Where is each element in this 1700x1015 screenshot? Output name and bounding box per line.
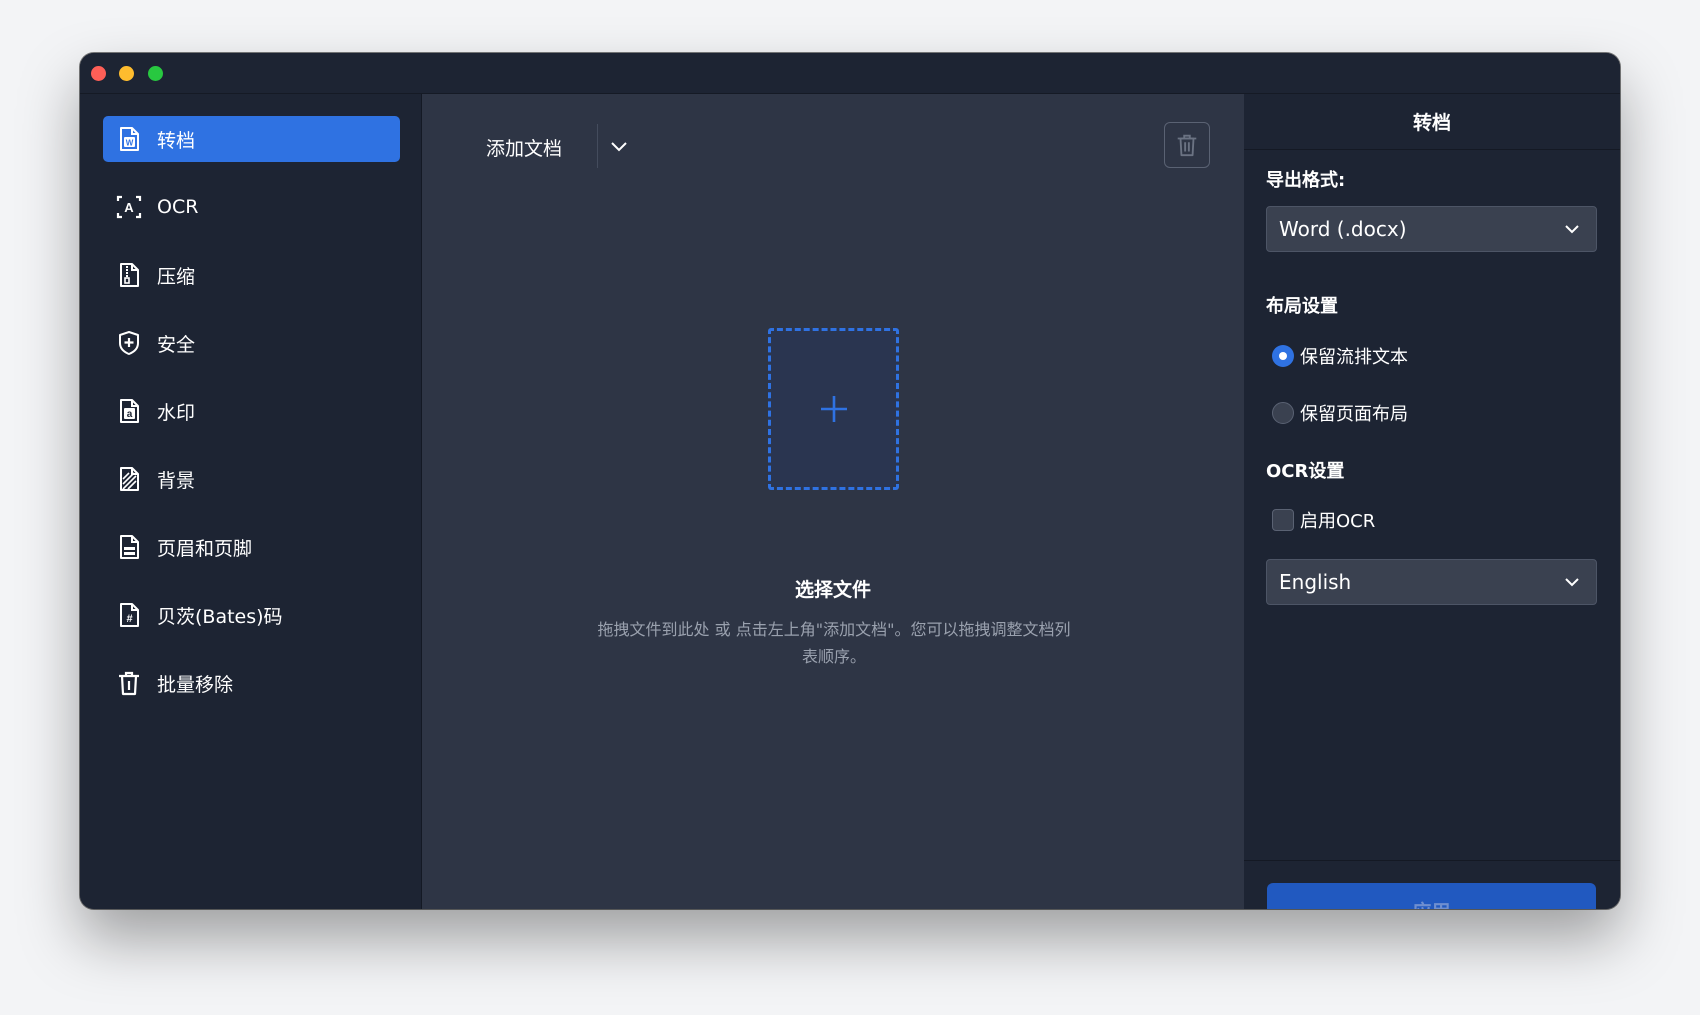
sidebar-item-bates[interactable]: # 贝茨(Bates)码 [103,592,400,638]
add-document-dropdown[interactable] [607,134,631,158]
apply-button[interactable]: 应用 [1267,883,1596,909]
sidebar-item-convert[interactable]: W 转档 [103,116,400,162]
add-document-button[interactable]: 添加文档 [486,127,562,167]
plus-icon [820,396,847,422]
sidebar-item-header-footer[interactable]: 页眉和页脚 [103,524,400,570]
background-file-icon [115,465,143,493]
trash-icon [115,669,143,697]
apply-footer: 应用 [1244,860,1620,909]
shield-plus-icon [115,329,143,357]
chevron-down-icon [1565,225,1579,234]
sidebar: W 转档 A OCR 压缩 安全 a 水印 背景 页眉和页脚 # 贝茨(Bate… [80,94,422,909]
export-format-label: 导出格式: [1266,170,1346,191]
word-doc-icon: W [115,125,143,153]
sidebar-item-label: 页眉和页脚 [157,537,253,560]
drop-hint-text: 拖拽文件到此处 或 点击左上角"添加文档"。您可以拖拽调整文档列表顺序。 [597,620,1071,666]
enable-ocr-label: 启用OCR [1300,511,1376,532]
svg-text:A: A [124,200,134,215]
sidebar-item-label: OCR [157,196,199,218]
sidebar-item-watermark[interactable]: a 水印 [103,388,400,434]
sidebar-item-label: 安全 [157,333,196,356]
main-area: 添加文档 选择文件 拖拽文件到此处 或 点击左上角"添加文档"。您可以拖拽调整文… [422,94,1244,909]
svg-text:W: W [126,139,134,148]
radio-unselected[interactable] [1272,402,1294,424]
title-bar [80,53,1620,94]
layout-option-page-layout[interactable]: 保留页面布局 [1272,399,1408,427]
header-footer-file-icon [115,533,143,561]
enable-ocr-checkbox[interactable] [1272,509,1294,531]
settings-panel: 转档 导出格式: Word (.docx) 布局设置 保留流排文本 保留页面布局… [1244,94,1620,909]
sidebar-item-label: 压缩 [157,265,196,288]
zoom-window-button[interactable] [148,66,163,81]
radio-selected[interactable] [1272,345,1294,367]
export-format-value: Word (.docx) [1279,217,1407,241]
panel-title: 转档 [1244,94,1620,150]
close-window-button[interactable] [91,66,106,81]
ocr-language-select[interactable]: English [1266,559,1597,605]
sidebar-item-batch-remove[interactable]: 批量移除 [103,660,400,706]
layout-option-flow-text[interactable]: 保留流排文本 [1272,342,1408,370]
delete-documents-button[interactable] [1164,122,1210,168]
trash-icon [1177,134,1197,157]
bates-number-file-icon: # [115,601,143,629]
sidebar-item-security[interactable]: 安全 [103,320,400,366]
add-document-divider [597,124,598,168]
ocr-settings-label: OCR设置 [1266,461,1345,482]
export-format-select[interactable]: Word (.docx) [1266,206,1597,252]
layout-settings-label: 布局设置 [1266,296,1338,317]
sidebar-item-compress[interactable]: 压缩 [103,252,400,298]
enable-ocr-row[interactable]: 启用OCR [1272,506,1375,534]
zip-file-icon [115,261,143,289]
minimize-window-button[interactable] [119,66,134,81]
sidebar-item-label: 背景 [157,469,196,492]
app-window: W 转档 A OCR 压缩 安全 a 水印 背景 页眉和页脚 # 贝茨(Bate… [80,53,1620,909]
ocr-scan-icon: A [115,193,143,221]
sidebar-item-background[interactable]: 背景 [103,456,400,502]
select-file-title: 选择文件 [794,579,871,601]
svg-text:#: # [126,613,132,625]
sidebar-item-label: 贝茨(Bates)码 [157,605,283,628]
layout-option-label: 保留页面布局 [1300,404,1408,425]
svg-text:a: a [127,409,133,420]
sidebar-item-label: 水印 [157,401,196,424]
file-drop-zone[interactable] [768,328,899,490]
sidebar-item-label: 转档 [157,129,196,152]
chevron-down-icon [1565,578,1579,587]
chevron-down-icon [611,142,627,152]
sidebar-item-label: 批量移除 [157,673,234,696]
layout-option-label: 保留流排文本 [1300,347,1408,368]
sidebar-item-ocr[interactable]: A OCR [103,184,400,230]
ocr-language-value: English [1279,570,1352,594]
watermark-file-icon: a [115,397,143,425]
